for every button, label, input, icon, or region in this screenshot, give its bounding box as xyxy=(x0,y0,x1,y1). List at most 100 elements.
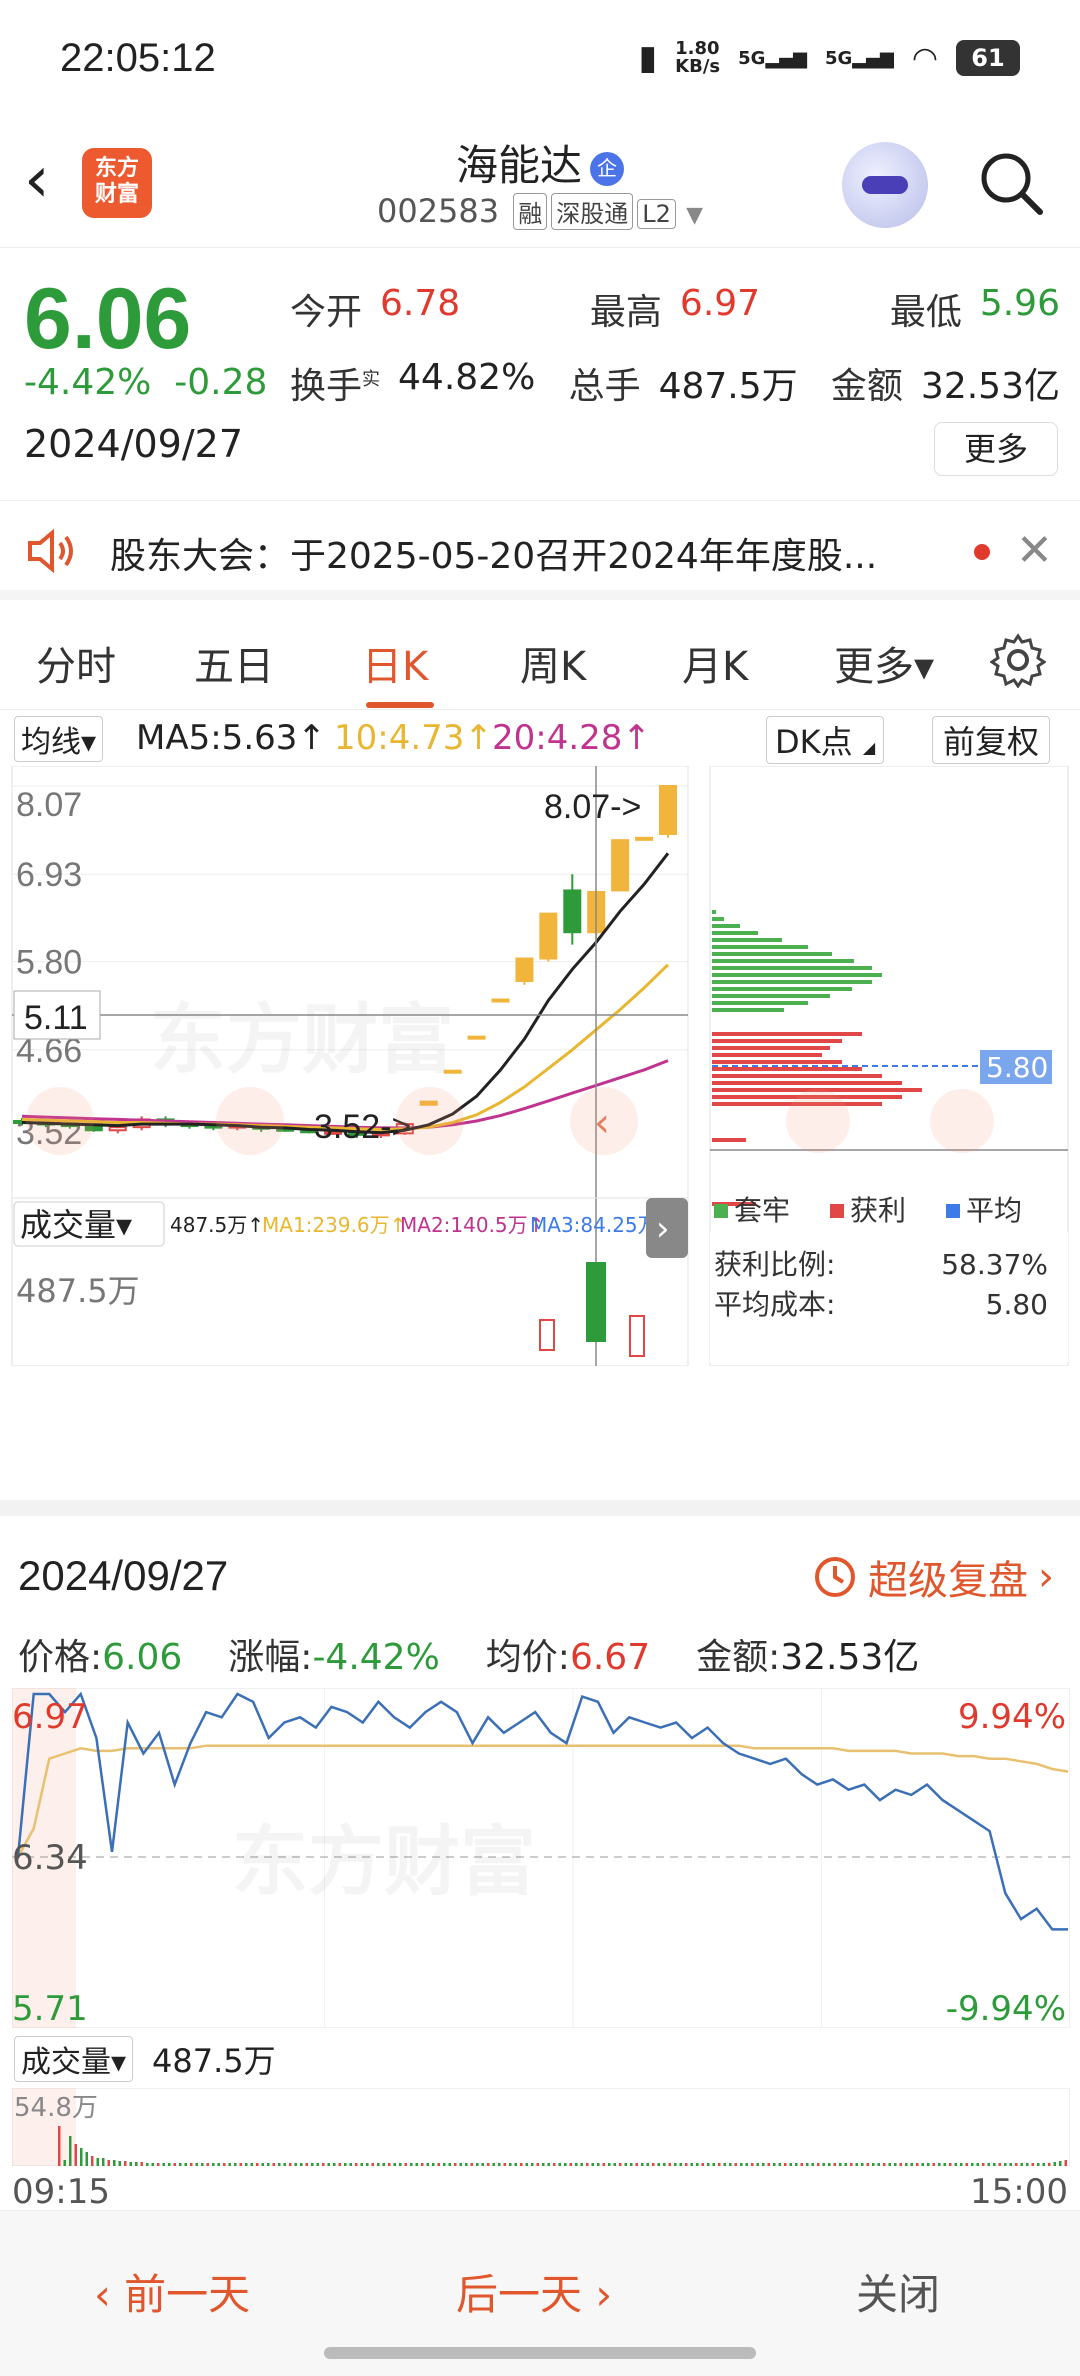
chip-bar-trapped xyxy=(712,910,716,914)
candle-body xyxy=(515,957,534,982)
legend-trapped: 套牢 xyxy=(734,1194,790,1227)
search-icon[interactable] xyxy=(976,148,1046,218)
chip-bar-trapped xyxy=(712,938,782,942)
volume-bar xyxy=(410,2163,413,2166)
volume-bar xyxy=(283,2163,286,2166)
volume-bar xyxy=(96,2158,99,2166)
volume-bar xyxy=(938,2163,941,2166)
ma-bar: 均线▾ MA5:5.63↑ 10:4.73↑ 20:4.28↑ DK点 ◢ 前复… xyxy=(0,712,1080,768)
volume-bar xyxy=(481,2163,484,2166)
volume-bar xyxy=(437,2163,440,2166)
kline-chart[interactable]: 东方财富8.076.935.804.663.525.118.07->3.52->… xyxy=(0,765,700,1367)
chip-svg: 5.80 套牢 获利 平均获利比例: 58.37% 平均成本: 5.80 xyxy=(709,765,1069,1367)
adjust-button[interactable]: 前复权 xyxy=(932,716,1051,764)
volume-bar xyxy=(778,2163,781,2166)
nav-bubble xyxy=(930,1089,994,1153)
kline-svg[interactable]: 东方财富8.076.935.804.663.525.118.07->3.52->… xyxy=(0,765,700,1367)
assistant-avatar[interactable] xyxy=(842,142,928,228)
volume-bar xyxy=(74,2144,77,2166)
volume-bar xyxy=(1004,2163,1007,2166)
home-indicator[interactable] xyxy=(324,2347,756,2359)
intraday-chart[interactable]: 东方财富 6.97 6.34 5.71 9.94% -9.94% xyxy=(12,1688,1070,2028)
volume-bar xyxy=(536,2163,539,2166)
volume-bar xyxy=(421,2163,424,2166)
chip-bar-trapped xyxy=(712,931,758,935)
volume-bar xyxy=(608,2163,611,2166)
notice-bar[interactable]: 股东大会：于2025-05-20召开2024年年度股... ✕ xyxy=(0,500,1080,600)
volume-bar xyxy=(982,2163,985,2166)
close-button[interactable]: 关闭 xyxy=(856,2261,940,2322)
tab-monthly-k[interactable]: 月K xyxy=(682,634,748,692)
day-detail-panel: 2024/09/27 超级复盘 › 价格:6.06 涨幅:-4.42% 均价:6… xyxy=(0,1500,1080,2212)
tab-daily-k[interactable]: 日K xyxy=(362,634,428,692)
prev-day-button[interactable]: ‹ 前一天 xyxy=(94,2261,250,2322)
candle-body xyxy=(467,1035,486,1040)
volume-bar xyxy=(228,2163,231,2166)
volume-bar xyxy=(591,2163,594,2166)
volume-bar xyxy=(718,2163,721,2166)
enterprise-badge: 企 xyxy=(590,151,624,186)
detail-price: 价格:6.06 xyxy=(18,1637,183,1678)
close-icon[interactable]: ✕ xyxy=(1016,525,1053,576)
volume-bar xyxy=(311,2163,314,2166)
volume-bar xyxy=(657,2163,660,2166)
net-speed: 1.80 KB/s xyxy=(675,38,721,77)
watermark: 东方财富 xyxy=(232,1817,536,1906)
volume-bar xyxy=(69,2136,72,2166)
volume-bar xyxy=(1042,2163,1045,2166)
volume-bar xyxy=(822,2163,825,2166)
volume-bar xyxy=(910,2163,913,2166)
volume-bar xyxy=(575,2163,578,2166)
volume-bar xyxy=(179,2163,182,2166)
tab-5day[interactable]: 五日 xyxy=(194,634,274,692)
legend-swatch-avg xyxy=(946,1204,960,1218)
volume-bar xyxy=(756,2163,759,2166)
replay-button[interactable]: 超级复盘 › xyxy=(812,1548,1054,1606)
volume-bar xyxy=(652,2163,655,2166)
dk-selector[interactable]: DK点 ◢ xyxy=(766,716,885,764)
signal-5g-icon: 5G▂▄▆ xyxy=(738,47,807,69)
notice-text[interactable]: 股东大会：于2025-05-20召开2024年年度股... xyxy=(110,527,940,579)
chip-bar-trapped xyxy=(712,917,724,921)
volume-bar xyxy=(102,2158,105,2166)
tab-more[interactable]: 更多▾ xyxy=(834,634,934,692)
high-field: 最高 6.97 xyxy=(589,283,761,333)
volume-bar xyxy=(184,2163,187,2166)
gear-icon[interactable] xyxy=(990,632,1046,688)
nav-bubble xyxy=(396,1087,464,1155)
profit-ratio-label: 获利比例: xyxy=(714,1248,835,1281)
next-day-button[interactable]: 后一天 › xyxy=(456,2261,612,2322)
volume-bar xyxy=(668,2163,671,2166)
profit-ratio-value: 58.37% xyxy=(941,1248,1048,1281)
volume-bar xyxy=(883,2163,886,2166)
more-button[interactable]: 更多 xyxy=(934,422,1058,476)
volume-bar xyxy=(107,2160,110,2166)
ma-selector[interactable]: 均线▾ xyxy=(14,716,104,762)
volume-bar xyxy=(729,2163,732,2166)
volume-bar xyxy=(355,2163,358,2166)
bottom-bar: ‹ 前一天 后一天 › 关闭 xyxy=(0,2210,1080,2376)
time-end: 15:00 xyxy=(970,2172,1068,2212)
tab-weekly-k[interactable]: 周K xyxy=(520,634,586,692)
low-field: 最低 5.96 xyxy=(889,283,1060,333)
unread-dot xyxy=(974,544,990,560)
volume-bar xyxy=(745,2163,748,2166)
volume-bar xyxy=(635,2163,638,2166)
legend-swatch-profit xyxy=(830,1204,844,1218)
candle-body xyxy=(611,839,630,892)
nav-bubble xyxy=(26,1087,94,1155)
volume-selector-2[interactable]: 成交量▾ xyxy=(14,2036,134,2082)
change-pct: -4.42% xyxy=(24,362,152,403)
volume-bar xyxy=(404,2163,407,2166)
volume-bar xyxy=(388,2163,391,2166)
volume-axis-label: 54.8万 xyxy=(14,2093,98,2123)
price-axis-label: 6.93 xyxy=(16,856,82,894)
avg-cost-value: 5.80 xyxy=(986,1288,1048,1321)
stock-header: ‹ 东方 财富 海能达企 002583 融深股通 L2 ▼ xyxy=(0,120,1080,248)
volume-bar xyxy=(751,2163,754,2166)
volume-bar xyxy=(811,2163,814,2166)
chip-bar-trapped xyxy=(712,966,872,970)
vibrate-icon: ▮ xyxy=(638,38,658,78)
dropdown-icon[interactable]: ▼ xyxy=(686,203,703,228)
tab-intraday[interactable]: 分时 xyxy=(36,634,116,692)
